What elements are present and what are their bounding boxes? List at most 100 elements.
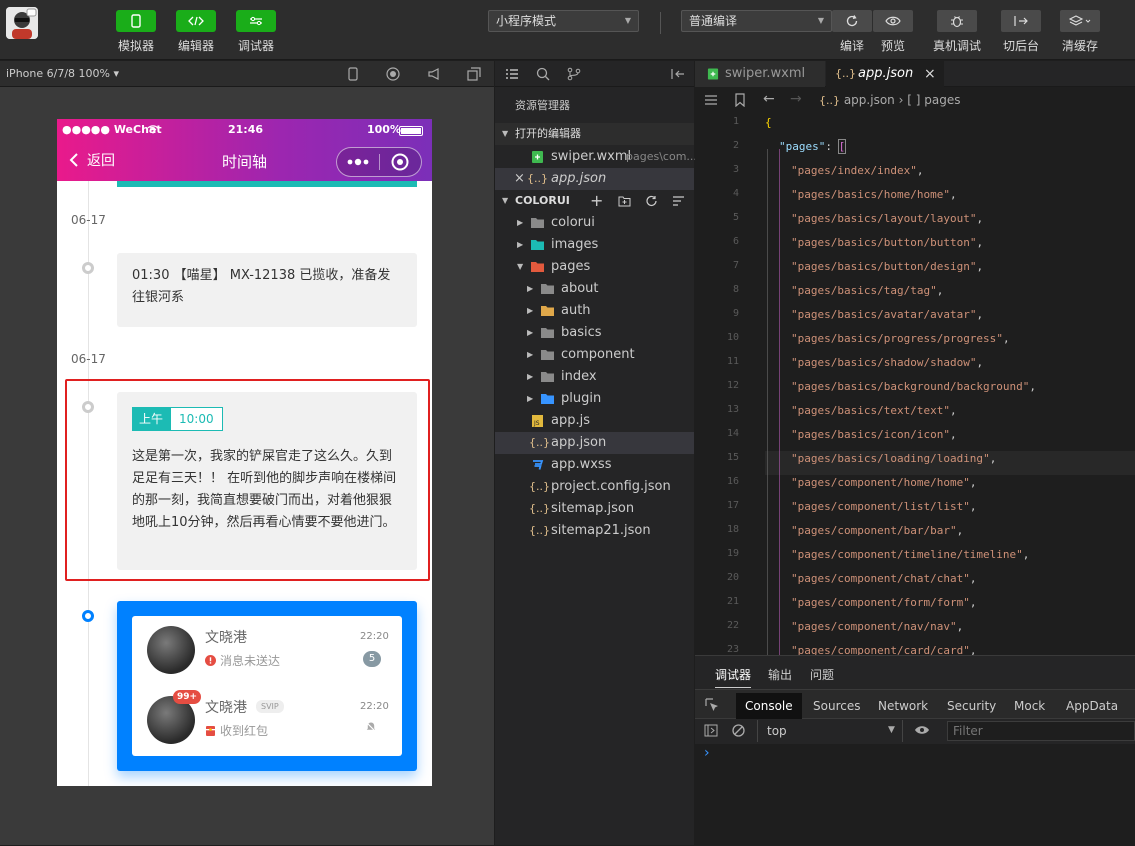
tab-network[interactable]: Network bbox=[869, 693, 937, 719]
tree-file[interactable]: {..} project.config.json bbox=[495, 476, 694, 498]
tab-appdata[interactable]: AppData bbox=[1057, 693, 1127, 719]
page-path: pages/component/list/list bbox=[797, 500, 964, 513]
more-icon[interactable] bbox=[347, 158, 369, 166]
tree-file[interactable]: {..} sitemap21.json bbox=[495, 520, 694, 542]
section-label: 打开的编辑器 bbox=[515, 127, 581, 140]
tree-item-label: images bbox=[551, 237, 599, 252]
line-number: 17 bbox=[726, 500, 739, 511]
user-avatar[interactable] bbox=[6, 7, 38, 39]
tree-folder[interactable]: ▼ pages bbox=[495, 256, 694, 278]
line-number: 18 bbox=[726, 524, 739, 535]
clear-cache-button[interactable] bbox=[1060, 10, 1100, 32]
code-line: "pages/component/home/home", bbox=[791, 476, 977, 489]
tree-file[interactable]: JS app.js bbox=[495, 410, 694, 432]
compile-button[interactable] bbox=[832, 10, 872, 32]
line-number: 5 bbox=[732, 212, 739, 223]
mode-select[interactable]: 小程序模式 ▼ bbox=[488, 10, 639, 32]
chat-item[interactable]: 文晓港 22:20 消息未送达 5 bbox=[132, 616, 402, 686]
realdevice-debug-button[interactable] bbox=[937, 10, 977, 32]
code-line: "pages/component/timeline/timeline", bbox=[791, 548, 1030, 561]
tree-item-label: auth bbox=[561, 303, 591, 318]
tree-folder[interactable]: ▶ colorui bbox=[495, 212, 694, 234]
tree-file[interactable]: app.wxss bbox=[495, 454, 694, 476]
close-icon[interactable]: × bbox=[924, 61, 936, 87]
background-button[interactable] bbox=[1001, 10, 1041, 32]
tree-file[interactable]: {..} sitemap.json bbox=[495, 498, 694, 520]
tree-folder[interactable]: ▶ about bbox=[495, 278, 694, 300]
file-explorer: 资源管理器 ▼ 打开的编辑器 swiper.wxml pages\com... ×… bbox=[495, 87, 697, 845]
line-number: 1 bbox=[732, 116, 739, 127]
open-file-app-json[interactable]: × {..} app.json bbox=[495, 168, 694, 190]
chat-item[interactable]: 99+ 文晓港 SVIP 22:20 收到红包 bbox=[132, 686, 402, 756]
tab-console[interactable]: Console bbox=[736, 693, 802, 719]
page-path: pages/basics/button/design bbox=[797, 260, 970, 273]
debugger-button[interactable]: 调试器 bbox=[226, 10, 286, 54]
mode-select-value: 小程序模式 bbox=[496, 14, 557, 28]
timeline-dot bbox=[82, 262, 94, 274]
inspect-element-icon[interactable] bbox=[705, 698, 719, 712]
forward-arrow-icon[interactable]: → bbox=[790, 91, 802, 107]
console-output[interactable]: › bbox=[695, 744, 1135, 846]
folder-icon bbox=[541, 284, 554, 294]
tree-folder[interactable]: ▶ plugin bbox=[495, 388, 694, 410]
project-section[interactable]: ▼ COLORUI + bbox=[495, 190, 694, 212]
tree-folder[interactable]: ▶ images bbox=[495, 234, 694, 256]
breadcrumb[interactable]: {..} app.json › [ ] pages bbox=[819, 93, 960, 107]
collapse-all-icon[interactable] bbox=[672, 195, 685, 207]
tree-folder[interactable]: ▶ auth bbox=[495, 300, 694, 322]
refresh-icon[interactable] bbox=[645, 195, 658, 207]
phone-icon[interactable] bbox=[348, 67, 358, 81]
tree-item-label: sitemap21.json bbox=[551, 523, 651, 538]
git-branch-icon[interactable] bbox=[567, 67, 581, 81]
tree-folder[interactable]: ▶ component bbox=[495, 344, 694, 366]
new-folder-icon[interactable] bbox=[618, 195, 631, 207]
tab-app-json[interactable]: {..} app.json × bbox=[826, 61, 944, 87]
preview-button[interactable] bbox=[873, 10, 913, 32]
code-line: { bbox=[765, 116, 772, 129]
chevron-down-icon: ▼ bbox=[624, 16, 631, 25]
sidebar-toggle-icon[interactable] bbox=[704, 724, 718, 737]
open-editors-section[interactable]: ▼ 打开的编辑器 bbox=[495, 123, 694, 145]
compile-mode-select[interactable]: 普通编译 ▼ bbox=[681, 10, 832, 32]
list-icon[interactable] bbox=[505, 68, 519, 80]
tab-swiper-wxml[interactable]: swiper.wxml bbox=[695, 61, 825, 87]
collapse-panel-icon[interactable] bbox=[671, 68, 685, 80]
line-number: 23 bbox=[726, 644, 739, 655]
list-icon[interactable] bbox=[705, 95, 717, 105]
top-toolbar: 模拟器 编辑器 调试器 小程序模式 ▼ 普通编译 ▼ 编译 预览 真机调试 切后台 … bbox=[0, 0, 1135, 60]
chevron-down-icon: ▼ bbox=[888, 725, 895, 735]
device-select[interactable]: iPhone 6/7/8 100% ▾ bbox=[6, 67, 119, 80]
detach-window-icon[interactable] bbox=[467, 67, 481, 81]
context-select[interactable]: top ▼ bbox=[757, 720, 903, 742]
close-icon[interactable]: × bbox=[514, 168, 525, 190]
new-file-icon[interactable]: + bbox=[590, 190, 603, 212]
page-path: pages/basics/layout/layout bbox=[797, 212, 970, 225]
sound-icon[interactable] bbox=[428, 67, 440, 81]
open-file-swiper[interactable]: swiper.wxml pages\com... bbox=[495, 146, 697, 168]
clear-console-icon[interactable] bbox=[732, 724, 745, 737]
tree-file[interactable]: {..} app.json bbox=[495, 432, 694, 454]
search-icon[interactable] bbox=[536, 67, 550, 81]
code-line: "pages/basics/layout/layout", bbox=[791, 212, 984, 225]
record-icon[interactable] bbox=[386, 67, 400, 81]
tab-problems[interactable]: 问题 bbox=[810, 666, 834, 683]
tree-folder[interactable]: ▶ index bbox=[495, 366, 694, 388]
clock: 21:46 bbox=[228, 123, 264, 136]
tree-folder[interactable]: ▶ basics bbox=[495, 322, 694, 344]
capsule-divider bbox=[379, 154, 380, 170]
tab-output[interactable]: 输出 bbox=[768, 666, 792, 683]
muted-bell-icon bbox=[365, 721, 377, 733]
code-editor[interactable]: 1 2 3 4 5 6 7 8 9 10 11 12 13 14 15 16 17 18 19 20 21 22 23 {"… bbox=[695, 113, 1135, 655]
tab-debugger[interactable]: 调试器 bbox=[715, 666, 752, 688]
bookmark-icon[interactable] bbox=[735, 93, 745, 107]
tab-mock[interactable]: Mock bbox=[1005, 693, 1054, 719]
chevron-right-icon: ▶ bbox=[527, 284, 534, 293]
eye-icon[interactable] bbox=[914, 725, 930, 735]
tab-security[interactable]: Security bbox=[938, 693, 1005, 719]
close-miniprogram-icon[interactable] bbox=[391, 153, 409, 171]
back-arrow-icon[interactable]: ← bbox=[763, 91, 775, 107]
editor-button[interactable]: 编辑器 bbox=[166, 10, 226, 54]
tab-sources[interactable]: Sources bbox=[804, 693, 869, 719]
simulator-button[interactable]: 模拟器 bbox=[106, 10, 166, 54]
filter-input[interactable] bbox=[947, 721, 1135, 741]
